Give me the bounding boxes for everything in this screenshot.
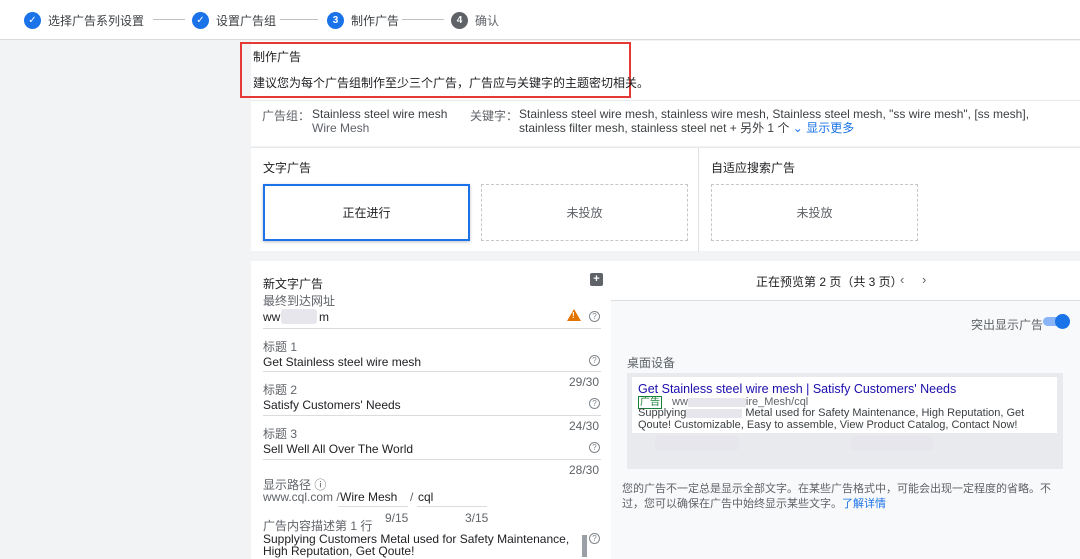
- step-confirm[interactable]: 4 确认: [451, 11, 499, 29]
- redacted: [687, 397, 746, 407]
- show-more-link[interactable]: ⌄ 显示更多: [793, 121, 854, 135]
- headline-1-input[interactable]: Get Stainless steel wire mesh: [263, 355, 421, 369]
- display-path-domain: www.cql.com /: [263, 490, 340, 504]
- help-icon[interactable]: ?: [589, 533, 600, 544]
- step-number: 4: [451, 11, 468, 29]
- text-ad-title: 文字广告: [263, 161, 312, 175]
- path-separator: /: [410, 490, 414, 504]
- adgroup-subname: Wire Mesh: [312, 121, 370, 135]
- headline-1-count: 29/30: [569, 375, 600, 389]
- textarea-scrollbar[interactable]: [582, 535, 587, 557]
- highlight-toggle[interactable]: [1043, 314, 1070, 329]
- redacted: [686, 408, 743, 418]
- card-label: 未投放: [796, 206, 833, 220]
- final-url-prefix: ww: [263, 310, 281, 324]
- step-connector: [153, 19, 185, 20]
- text-ad-card-empty[interactable]: 未投放: [481, 184, 688, 241]
- check-icon: ✓: [192, 11, 209, 29]
- editor-title: 新文字广告: [263, 277, 324, 291]
- input-underline: [338, 506, 408, 507]
- help-icon[interactable]: ?: [589, 398, 600, 409]
- ad-desc-start: Supplying: [638, 407, 687, 419]
- headline-3-count: 28/30: [569, 463, 600, 477]
- card-label: 正在进行: [342, 206, 391, 220]
- input-underline: [263, 415, 601, 416]
- warning-mark: !: [572, 311, 575, 320]
- headline-3-input[interactable]: Sell Well All Over The World: [263, 442, 413, 456]
- headline-1-label: 标题 1: [263, 340, 298, 354]
- highlight-toggle-label: 突出显示广告: [971, 318, 1044, 332]
- rsa-title: 自适应搜索广告: [711, 161, 796, 175]
- page-description: 建议您为每个广告组制作至少三个广告，广告应与关键字的主题密切相关。: [253, 76, 650, 90]
- step-campaign-settings[interactable]: ✓ 选择广告系列设置: [24, 11, 144, 29]
- path-1-count: 9/15: [385, 511, 409, 525]
- chevron-right-icon[interactable]: ›: [922, 272, 926, 287]
- preview-ad-headline[interactable]: Get Stainless steel wire mesh | Satisfy …: [638, 382, 956, 396]
- help-icon[interactable]: ?: [589, 355, 600, 366]
- preview-note: 您的广告不一定总是显示全部文字。在某些广告格式中，可能会出现一定程度的省略。不过…: [622, 482, 1062, 512]
- device-label: 桌面设备: [627, 356, 676, 370]
- redacted: [851, 436, 933, 450]
- redacted: [281, 309, 317, 324]
- ad-types-panel: 文字广告 自适应搜索广告 正在进行 未投放 未投放: [251, 147, 1080, 252]
- path-1-input[interactable]: Wire Mesh: [340, 490, 397, 504]
- help-icon[interactable]: ?: [589, 442, 600, 453]
- toggle-knob: [1055, 314, 1070, 329]
- preview-ad-description: Supplying Metal used for Safety Maintena…: [638, 407, 1050, 431]
- card-label: 未投放: [566, 206, 603, 220]
- step-label: 选择广告系列设置: [48, 13, 145, 28]
- input-underline: [417, 506, 487, 507]
- preview-page-text: 正在预览第 2 页（共 3 页）: [756, 275, 903, 289]
- step-label: 设置广告组: [216, 13, 277, 28]
- chevron-down-icon: ⌄: [792, 121, 803, 135]
- headline-2-label: 标题 2: [263, 383, 298, 397]
- learn-more-link[interactable]: 了解详情: [842, 498, 886, 510]
- divider: [698, 148, 699, 252]
- note-text: 您的广告不一定总是显示全部文字。在某些广告格式中，可能会出现一定程度的省略。不过…: [622, 483, 1051, 510]
- keywords-label: 关键字：: [470, 109, 519, 123]
- step-ad-group[interactable]: ✓ 设置广告组: [192, 11, 276, 29]
- stepper: [0, 0, 1080, 40]
- adgroup-label: 广告组：: [262, 109, 311, 123]
- redacted: [655, 436, 739, 450]
- show-more-label: 显示更多: [806, 121, 855, 135]
- step-create-ad[interactable]: 3 制作广告: [327, 11, 399, 29]
- adgroup-info: 广告组： Stainless steel wire mesh Wire Mesh…: [251, 100, 1080, 146]
- headline-3-label: 标题 3: [263, 427, 298, 441]
- rsa-card-empty[interactable]: 未投放: [711, 184, 918, 241]
- adgroup-name: Stainless steel wire mesh: [312, 107, 448, 121]
- path-2-count: 3/15: [465, 511, 489, 525]
- step-label: 确认: [475, 13, 500, 28]
- step-number: 3: [327, 11, 344, 29]
- step-connector: [402, 19, 444, 20]
- page-title: 制作广告: [253, 50, 302, 64]
- step-connector: [280, 19, 318, 20]
- help-icon[interactable]: ?: [589, 311, 600, 322]
- input-underline: [263, 328, 601, 329]
- step-label: 制作广告: [351, 13, 400, 28]
- text-ad-card-active[interactable]: 正在进行: [263, 184, 470, 241]
- description-1-input[interactable]: Supplying Customers Metal used for Safet…: [263, 533, 578, 557]
- keywords-list: Stainless steel wire mesh, stainless wir…: [519, 107, 1064, 135]
- chevron-left-icon[interactable]: ‹: [900, 272, 904, 287]
- final-url-suffix: m: [319, 310, 329, 324]
- headline-2-input[interactable]: Satisfy Customers' Needs: [263, 398, 401, 412]
- add-icon[interactable]: +: [590, 273, 603, 286]
- input-underline: [263, 371, 601, 372]
- check-icon: ✓: [24, 11, 41, 29]
- keywords-text: Stainless steel wire mesh, stainless wir…: [519, 107, 1030, 135]
- final-url-label: 最终到达网址: [263, 294, 336, 308]
- headline-2-count: 24/30: [569, 419, 600, 433]
- path-2-input[interactable]: cql: [418, 490, 433, 504]
- input-underline: [263, 459, 601, 460]
